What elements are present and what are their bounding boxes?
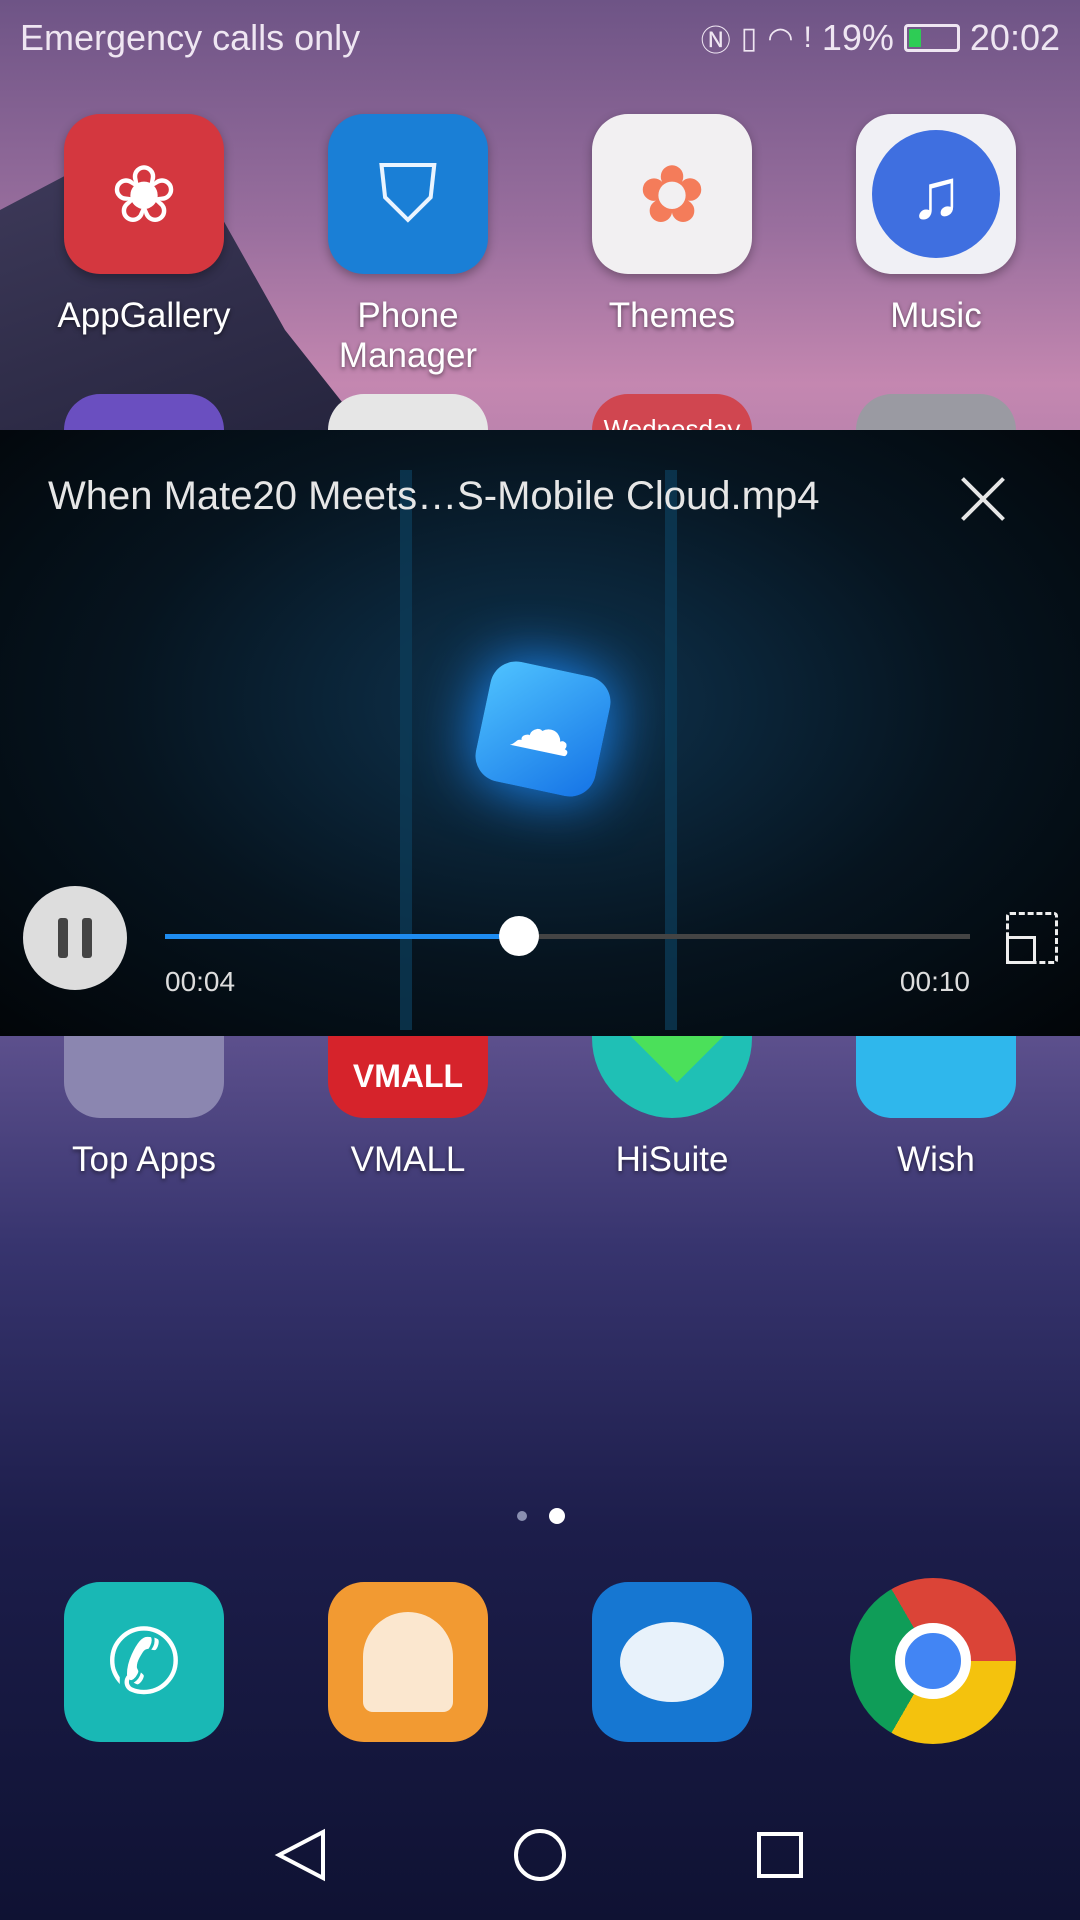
- fullscreen-icon[interactable]: [1006, 912, 1058, 964]
- app-themes[interactable]: ✿ Themes: [564, 114, 780, 336]
- app-appgallery[interactable]: ❀ AppGallery: [36, 114, 252, 336]
- vibrate-icon: ▯: [740, 21, 758, 55]
- music-note-icon: ♫: [856, 114, 1016, 274]
- wish-icon[interactable]: [856, 1036, 1016, 1118]
- app-phone-manager[interactable]: ⛉ Phone Manager: [300, 114, 516, 376]
- dock-contacts[interactable]: [328, 1582, 488, 1742]
- pause-button[interactable]: [23, 886, 127, 990]
- app-hisuite[interactable]: HiSuite: [564, 1118, 780, 1180]
- status-bar: Emergency calls only Ⓝ ▯ ◠ ! 19% 20:02: [0, 0, 1080, 76]
- seek-thumb[interactable]: [499, 916, 540, 956]
- clock: 20:02: [969, 17, 1060, 58]
- sim-alert-icon: !: [803, 21, 812, 54]
- app-label: Phone Manager: [338, 296, 478, 375]
- phone-icon: ✆: [106, 1612, 182, 1713]
- seek-bar[interactable]: [165, 934, 970, 939]
- home-button[interactable]: [505, 1820, 575, 1890]
- app-top-apps[interactable]: Top Apps: [36, 1118, 252, 1180]
- app-label: Music: [890, 296, 982, 335]
- fullscreen-icon-inner: [1006, 936, 1036, 964]
- hisuite-icon[interactable]: [592, 1036, 752, 1118]
- seek-progress: [165, 934, 520, 939]
- dock-phone[interactable]: ✆: [64, 1582, 224, 1742]
- clock-app-icon-partial[interactable]: [328, 394, 488, 430]
- app-music[interactable]: ♫ Music: [828, 114, 1044, 336]
- video-title: When Mate20 Meets…S-Mobile Cloud.mp4: [48, 474, 820, 518]
- recents-button[interactable]: [745, 1820, 815, 1890]
- page-dot-2-active[interactable]: [549, 1508, 565, 1524]
- vmall-logo-text: VMALL: [352, 1058, 464, 1094]
- home-row3-icons: VMALL: [0, 1036, 1080, 1118]
- cloud-icon: ☁: [470, 656, 616, 802]
- calendar-app-icon-partial[interactable]: Wednesday: [592, 394, 752, 430]
- dock-messages[interactable]: [592, 1582, 752, 1742]
- vmall-icon[interactable]: VMALL: [328, 1036, 488, 1118]
- app-label: Wish: [897, 1140, 975, 1179]
- video-frame-beam: [665, 470, 677, 1030]
- app-wish[interactable]: Wish: [828, 1118, 1044, 1180]
- current-time: 00:04: [165, 966, 236, 997]
- calendar-day: Wednesday: [603, 414, 741, 430]
- back-button[interactable]: [265, 1820, 335, 1890]
- home-row2-partial: Wednesday: [0, 394, 1080, 430]
- chrome-icon: [895, 1623, 971, 1699]
- contact-person-icon: [363, 1612, 453, 1712]
- app-label: HiSuite: [615, 1140, 729, 1179]
- app-label: AppGallery: [57, 296, 231, 335]
- close-icon[interactable]: [960, 476, 1006, 522]
- video-frame-beam: [400, 470, 412, 1030]
- app-icon-partial[interactable]: [64, 394, 224, 430]
- dock-chrome[interactable]: [850, 1578, 1016, 1744]
- app-label: Themes: [608, 296, 736, 335]
- settings-app-icon-partial[interactable]: [856, 394, 1016, 430]
- carrier-text: Emergency calls only: [20, 17, 361, 58]
- flower-icon: ✿: [592, 114, 752, 274]
- shield-icon: ⛉: [328, 114, 488, 274]
- app-label: VMALL: [350, 1140, 466, 1179]
- nfc-icon: Ⓝ: [700, 25, 731, 58]
- wifi-icon: ◠: [767, 21, 794, 55]
- battery-charging-icon: [903, 24, 960, 52]
- huawei-bag-icon: ❀: [64, 114, 224, 274]
- app-vmall[interactable]: VMALL: [300, 1118, 516, 1180]
- page-dot-1[interactable]: [517, 1511, 527, 1521]
- chat-bubble-icon: [620, 1622, 724, 1702]
- pause-icon-bar: [82, 918, 92, 958]
- top-apps-folder[interactable]: [64, 1036, 224, 1118]
- battery-percent: 19%: [821, 17, 894, 58]
- pause-icon: [58, 918, 68, 958]
- duration: 00:10: [899, 966, 970, 997]
- app-label: Top Apps: [72, 1140, 216, 1179]
